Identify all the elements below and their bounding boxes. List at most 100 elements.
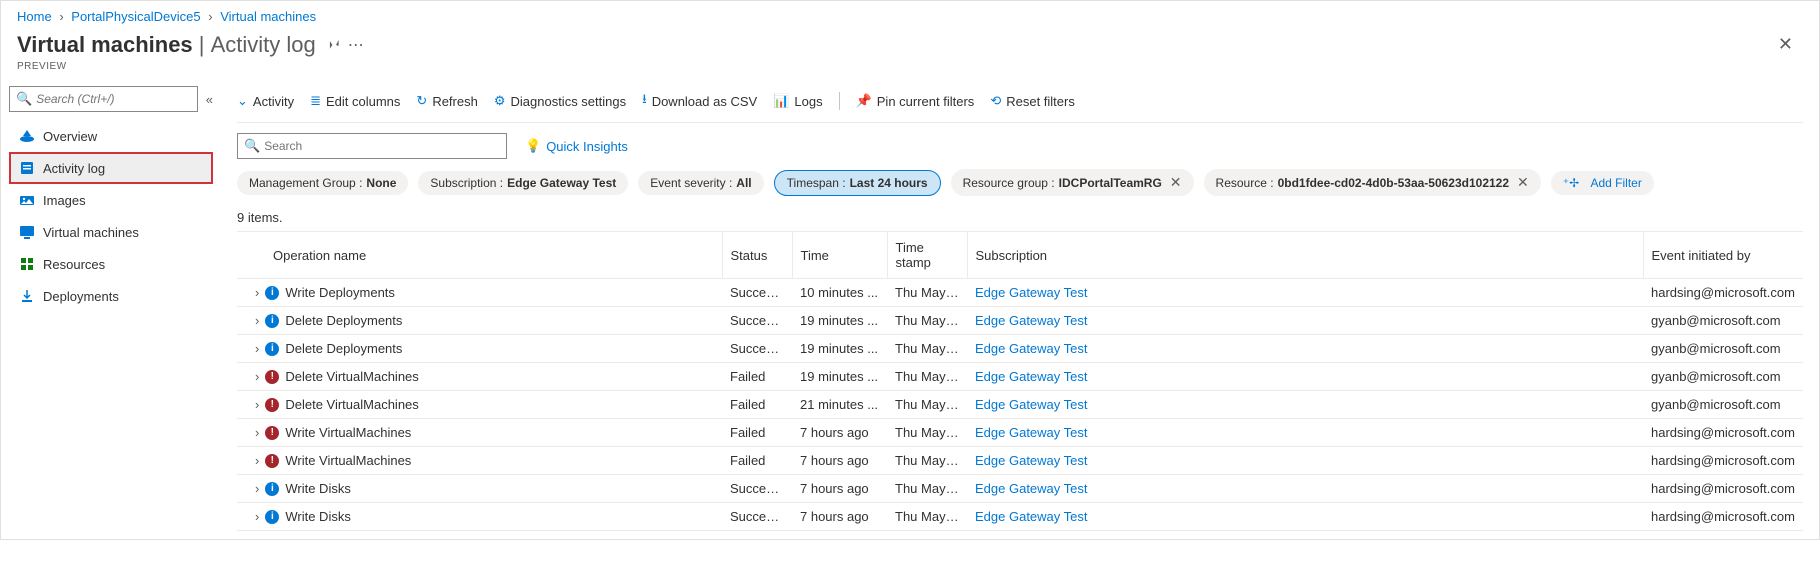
quick-insights[interactable]: 💡 Quick Insights <box>525 138 628 154</box>
sidebar-search-input[interactable] <box>36 92 191 106</box>
add-filter[interactable]: ⁺✢ Add Filter <box>1551 171 1654 195</box>
subscription-link[interactable]: Edge Gateway Test <box>975 397 1088 412</box>
activity-table: Operation name Status Time Time stamp Su… <box>237 231 1803 531</box>
sidebar-item-images[interactable]: Images <box>9 184 213 216</box>
page-title: Virtual machines <box>17 32 193 58</box>
deployments-icon <box>19 288 35 304</box>
images-icon <box>19 192 35 208</box>
close-icon[interactable]: ✕ <box>1768 30 1803 59</box>
chevron-right-icon[interactable]: › <box>255 453 259 468</box>
operation-name: Write Deployments <box>285 285 395 300</box>
chevron-right-icon[interactable]: › <box>255 285 259 300</box>
subscription-link[interactable]: Edge Gateway Test <box>975 509 1088 524</box>
operation-name: Delete Deployments <box>285 313 402 328</box>
chevron-right-icon[interactable]: › <box>255 425 259 440</box>
toolbar-refresh[interactable]: ↻Refresh <box>416 93 477 109</box>
resources-icon <box>19 256 35 272</box>
table-row[interactable]: ›!Write VirtualMachinesFailed7 hours ago… <box>237 419 1803 447</box>
operation-name: Write VirtualMachines <box>285 425 411 440</box>
toolbar-reset-filters[interactable]: ⟲Reset filters <box>990 93 1075 109</box>
table-row[interactable]: ›iWrite DisksSucceeded7 hours agoThu May… <box>237 475 1803 503</box>
breadcrumb-vms[interactable]: Virtual machines <box>220 9 316 24</box>
more-icon[interactable]: ⋯ <box>348 35 364 55</box>
table-row[interactable]: ›iWrite DisksSucceeded7 hours agoThu May… <box>237 503 1803 531</box>
timestamp-cell: Thu May 27... <box>887 391 967 419</box>
toolbar-diagnostics[interactable]: ⚙Diagnostics settings <box>494 93 626 109</box>
subscription-link[interactable]: Edge Gateway Test <box>975 313 1088 328</box>
chevron-right-icon[interactable]: › <box>255 397 259 412</box>
search-icon: 🔍 <box>244 138 260 154</box>
table-row[interactable]: ›iDelete DeploymentsSucceeded19 minutes … <box>237 335 1803 363</box>
page-header: Virtual machines | Activity log ⋯ ✕ <box>1 28 1819 61</box>
timestamp-cell: Thu May 27... <box>887 475 967 503</box>
table-row[interactable]: ›!Write VirtualMachinesFailed7 hours ago… <box>237 447 1803 475</box>
col-time[interactable]: Time <box>792 232 887 279</box>
subscription-link[interactable]: Edge Gateway Test <box>975 425 1088 440</box>
chevron-right-icon[interactable]: › <box>255 313 259 328</box>
initiated-by-cell: gyanb@microsoft.com <box>1643 363 1803 391</box>
operation-name: Write Disks <box>285 509 350 524</box>
sidebar-item-deployments[interactable]: Deployments <box>9 280 213 312</box>
sidebar-item-label: Images <box>43 193 86 208</box>
collapse-icon[interactable]: « <box>206 92 213 107</box>
sidebar-search[interactable]: 🔍 <box>9 86 198 112</box>
time-cell: 19 minutes ... <box>792 307 887 335</box>
main-content: ⌄Activity ≣Edit columns ↻Refresh ⚙Diagno… <box>221 82 1819 539</box>
timestamp-cell: Thu May 27... <box>887 503 967 531</box>
chevron-right-icon[interactable]: › <box>255 369 259 384</box>
sidebar-item-resources[interactable]: Resources <box>9 248 213 280</box>
toolbar-edit-columns[interactable]: ≣Edit columns <box>310 93 400 109</box>
toolbar-pin-filters[interactable]: 📌Pin current filters <box>856 93 975 109</box>
status-cell: Succeeded <box>722 503 792 531</box>
sidebar-item-overview[interactable]: Overview <box>9 120 213 152</box>
time-cell: 21 minutes ... <box>792 391 887 419</box>
main-search-input[interactable] <box>264 139 500 153</box>
sidebar-item-vms[interactable]: Virtual machines <box>9 216 213 248</box>
col-operation[interactable]: Operation name <box>237 232 722 279</box>
subscription-link[interactable]: Edge Gateway Test <box>975 285 1088 300</box>
breadcrumb-device[interactable]: PortalPhysicalDevice5 <box>71 9 200 24</box>
filter-resource[interactable]: Resource : 0bd1fdee-cd02-4d0b-53aa-50623… <box>1204 169 1541 196</box>
filter-severity[interactable]: Event severity : All <box>638 171 763 195</box>
chevron-down-icon: ⌄ <box>237 93 248 109</box>
toolbar-logs[interactable]: 📊Logs <box>773 93 822 109</box>
reset-icon: ⟲ <box>990 93 1001 109</box>
subscription-link[interactable]: Edge Gateway Test <box>975 341 1088 356</box>
table-row[interactable]: ›iDelete DeploymentsSucceeded19 minutes … <box>237 307 1803 335</box>
col-timestamp[interactable]: Time stamp <box>887 232 967 279</box>
breadcrumb-home[interactable]: Home <box>17 9 52 24</box>
status-cell: Failed <box>722 419 792 447</box>
initiated-by-cell: hardsing@microsoft.com <box>1643 475 1803 503</box>
col-initiatedby[interactable]: Event initiated by <box>1643 232 1803 279</box>
error-icon: ! <box>265 454 279 468</box>
pin-icon[interactable] <box>326 36 340 53</box>
info-icon: i <box>265 510 279 524</box>
filter-subscription[interactable]: Subscription : Edge Gateway Test <box>418 171 628 195</box>
col-subscription[interactable]: Subscription <box>967 232 1643 279</box>
toolbar-activity[interactable]: ⌄Activity <box>237 93 294 109</box>
filter-management-group[interactable]: Management Group : None <box>237 171 408 195</box>
filter-resource-group[interactable]: Resource group : IDCPortalTeamRG✕ <box>951 169 1194 196</box>
download-icon: ⭳ <box>642 90 647 112</box>
subscription-link[interactable]: Edge Gateway Test <box>975 369 1088 384</box>
subscription-link[interactable]: Edge Gateway Test <box>975 481 1088 496</box>
close-icon[interactable]: ✕ <box>1517 174 1529 191</box>
table-row[interactable]: ›!Delete VirtualMachinesFailed21 minutes… <box>237 391 1803 419</box>
subscription-link[interactable]: Edge Gateway Test <box>975 453 1088 468</box>
col-status[interactable]: Status <box>722 232 792 279</box>
chevron-right-icon[interactable]: › <box>255 509 259 524</box>
activitylog-icon <box>19 160 35 176</box>
sidebar-item-activitylog[interactable]: Activity log <box>9 152 213 184</box>
toolbar-download[interactable]: ⭳Download as CSV <box>642 90 757 112</box>
table-row[interactable]: ›!Delete VirtualMachinesFailed19 minutes… <box>237 363 1803 391</box>
sidebar-item-label: Overview <box>43 129 97 144</box>
main-search[interactable]: 🔍 <box>237 133 507 159</box>
chevron-right-icon[interactable]: › <box>255 481 259 496</box>
info-icon: i <box>265 342 279 356</box>
chevron-right-icon[interactable]: › <box>255 341 259 356</box>
close-icon[interactable]: ✕ <box>1170 174 1182 191</box>
table-row[interactable]: ›iWrite DeploymentsSucceeded10 minutes .… <box>237 279 1803 307</box>
filter-timespan[interactable]: Timespan : Last 24 hours <box>774 170 941 196</box>
operation-name: Delete VirtualMachines <box>285 397 418 412</box>
timestamp-cell: Thu May 27... <box>887 279 967 307</box>
